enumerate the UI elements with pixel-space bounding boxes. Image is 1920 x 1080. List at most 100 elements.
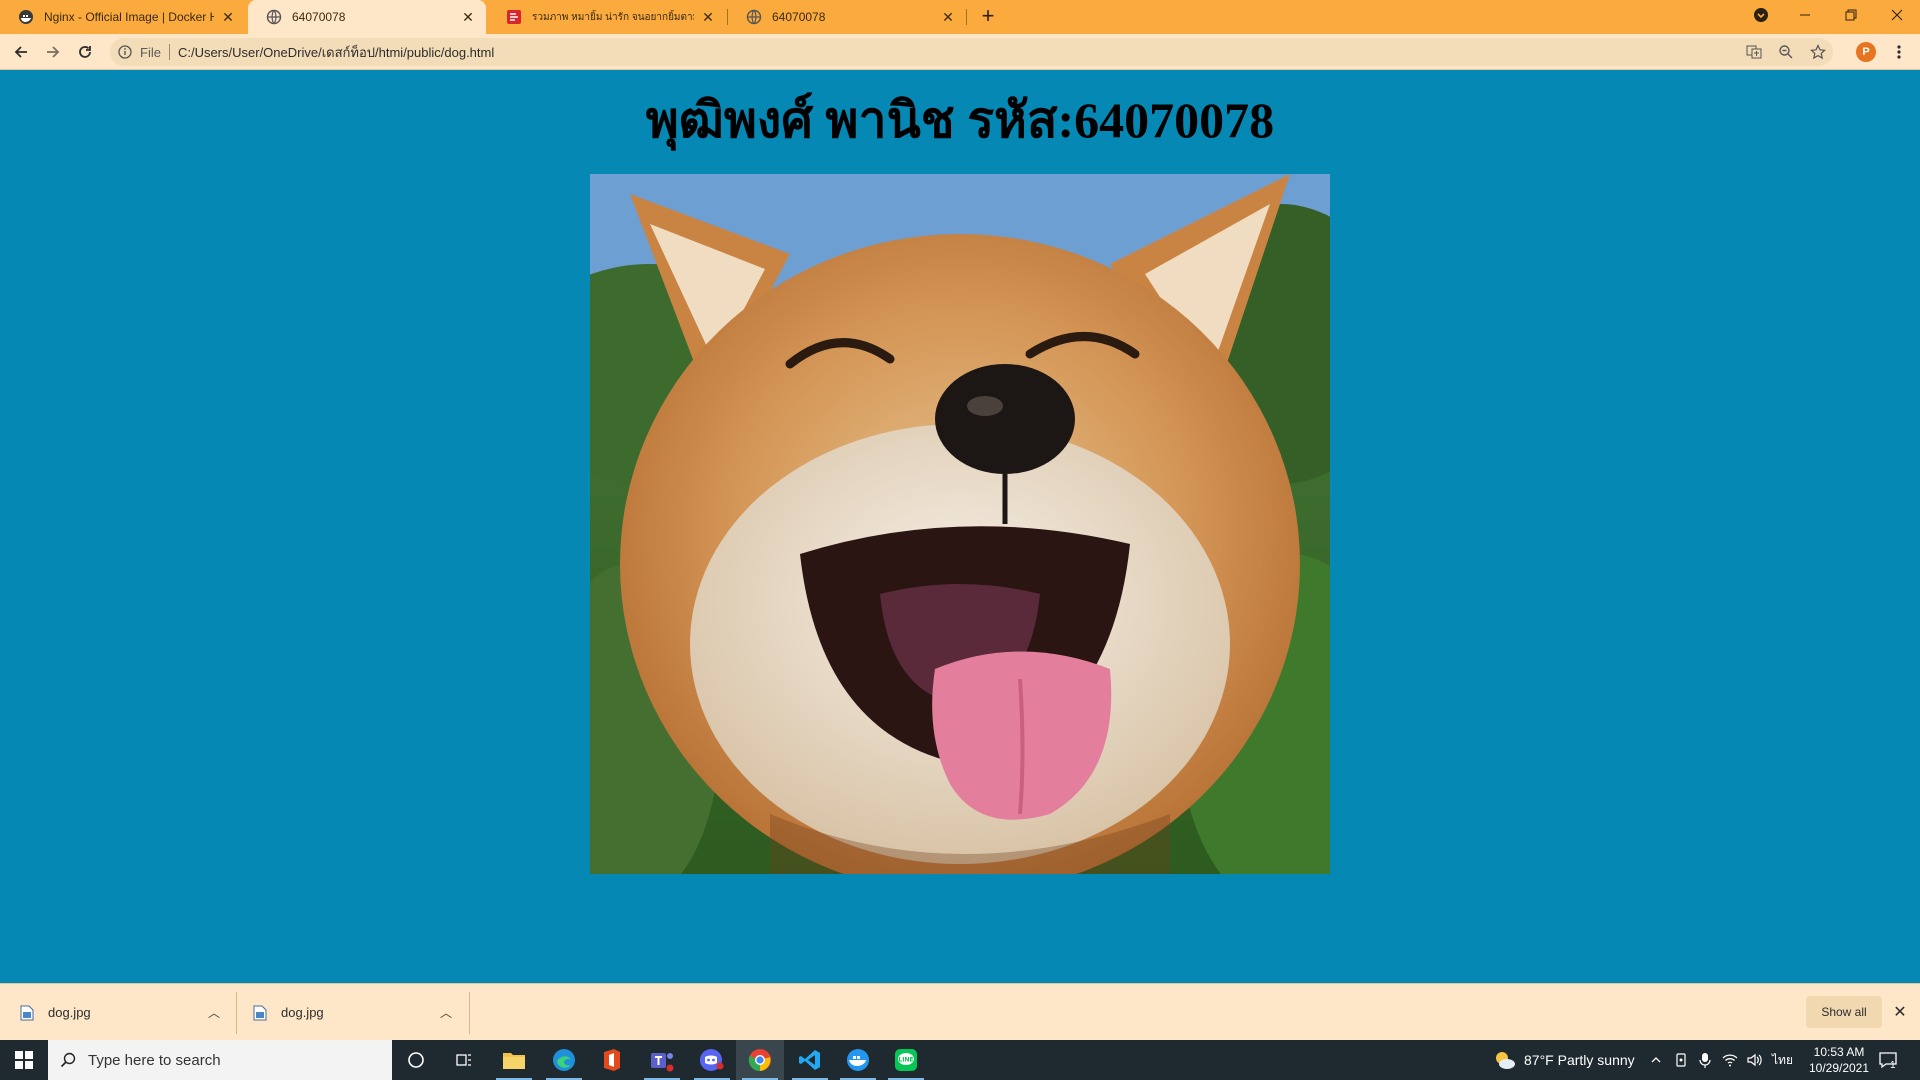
new-tab-button[interactable]: + xyxy=(976,5,1000,29)
back-button[interactable] xyxy=(9,40,33,64)
wifi-icon[interactable] xyxy=(1722,1040,1738,1080)
file-explorer-button[interactable] xyxy=(490,1040,538,1080)
search-icon xyxy=(60,1052,76,1068)
file-image-icon xyxy=(20,1005,34,1020)
download-item[interactable]: dog.jpg ︿ xyxy=(20,984,220,1041)
discord-button[interactable] xyxy=(688,1040,736,1080)
clock-time: 10:53 AM xyxy=(1813,1045,1865,1059)
cortana-button[interactable] xyxy=(392,1040,440,1080)
chevron-up-icon[interactable] xyxy=(1650,1040,1662,1080)
discord-icon xyxy=(700,1049,724,1071)
restore-icon xyxy=(1845,9,1857,21)
line-app-icon: LINE xyxy=(895,1049,917,1071)
cortana-icon xyxy=(408,1052,424,1068)
tab-title: Nginx - Official Image | Docker H xyxy=(44,10,214,24)
docker-desktop-button[interactable] xyxy=(834,1040,882,1080)
download-shelf: dog.jpg ︿ dog.jpg ︿ Show all ✕ xyxy=(0,983,1920,1040)
show-all-button[interactable]: Show all xyxy=(1806,996,1882,1028)
office-button[interactable] xyxy=(588,1040,636,1080)
office-icon xyxy=(604,1049,620,1071)
edge-button[interactable] xyxy=(540,1040,588,1080)
tab-64070078-active[interactable]: 64070078 ✕ xyxy=(248,0,486,34)
download-filename: dog.jpg xyxy=(281,1005,324,1020)
windows-taskbar: Type here to search LINE 87°F Partly sun… xyxy=(0,1040,1920,1080)
page-title: พุฒิพงศ์ พานิช รหัส:64070078 xyxy=(645,92,1275,148)
close-icon[interactable]: ✕ xyxy=(460,9,476,26)
docker-whale-icon xyxy=(847,1049,869,1071)
zoom-icon[interactable] xyxy=(1778,38,1794,66)
close-icon[interactable]: ✕ xyxy=(1890,1002,1910,1022)
search-placeholder: Type here to search xyxy=(88,1051,221,1069)
globe-icon xyxy=(746,9,762,25)
browser-menu-icon[interactable] xyxy=(1888,41,1910,63)
reload-icon xyxy=(79,46,91,58)
chevron-up-icon[interactable]: ︿ xyxy=(440,1004,452,1021)
profile-avatar[interactable]: P xyxy=(1856,42,1876,62)
notification-center-button[interactable]: 1 xyxy=(1878,1040,1897,1080)
start-button[interactable] xyxy=(0,1040,48,1080)
info-icon[interactable] xyxy=(118,45,132,59)
globe-icon xyxy=(266,9,282,25)
weather-widget[interactable]: 87°F Partly sunny xyxy=(1494,1040,1635,1080)
folder-icon xyxy=(503,1053,525,1069)
minimize-button[interactable] xyxy=(1782,0,1828,30)
file-image-icon xyxy=(253,1005,267,1020)
task-view-icon xyxy=(456,1054,471,1066)
chevron-down-icon xyxy=(1754,8,1768,22)
chevron-up-icon[interactable]: ︿ xyxy=(208,1004,220,1021)
close-icon[interactable]: ✕ xyxy=(700,9,716,26)
microphone-icon[interactable] xyxy=(1698,1040,1712,1080)
tab-title: 64070078 xyxy=(292,10,346,24)
tab-strip: Nginx - Official Image | Docker H ✕ 6407… xyxy=(0,0,1920,34)
star-bookmark-icon[interactable] xyxy=(1810,38,1826,66)
restore-button[interactable] xyxy=(1828,0,1874,30)
forward-arrow-icon xyxy=(47,46,60,58)
windows-logo-icon xyxy=(15,1051,33,1069)
reload-button[interactable] xyxy=(73,40,97,64)
scheme-label: File xyxy=(140,44,161,60)
close-icon[interactable]: ✕ xyxy=(940,9,956,26)
address-bar[interactable]: File C:/Users/User/OneDrive/เดสก์ท็อป/ht… xyxy=(110,38,1833,66)
url-text[interactable]: C:/Users/User/OneDrive/เดสก์ท็อป/htmi/pu… xyxy=(178,42,494,63)
svg-text:LINE: LINE xyxy=(898,1057,913,1064)
docker-icon xyxy=(18,9,34,25)
weather-text: 87°F Partly sunny xyxy=(1524,1052,1635,1068)
address-divider xyxy=(168,44,170,60)
browser-toolbar: File C:/Users/User/OneDrive/เดสก์ท็อป/ht… xyxy=(0,34,1920,70)
tab-dog-smile[interactable]: รวมภาพ หมายิ้ม น่ารัก จนอยากยิ้มตาม ✕ xyxy=(488,0,726,34)
close-icon xyxy=(1891,9,1903,21)
download-item[interactable]: dog.jpg ︿ xyxy=(253,984,453,1041)
download-divider xyxy=(236,992,237,1034)
meet-now-icon[interactable] xyxy=(1674,1040,1690,1080)
line-button[interactable]: LINE xyxy=(882,1040,930,1080)
edge-icon xyxy=(553,1049,575,1071)
teams-button[interactable] xyxy=(638,1040,686,1080)
download-divider xyxy=(469,992,470,1034)
dog-photo xyxy=(590,174,1330,874)
tab-title: 64070078 xyxy=(772,10,826,24)
site-red-icon xyxy=(506,9,522,25)
system-clock[interactable]: 10:53 AM 10/29/2021 xyxy=(1798,1044,1880,1076)
volume-icon[interactable] xyxy=(1746,1040,1762,1080)
tab-64070078[interactable]: 64070078 ✕ xyxy=(728,0,966,34)
tab-search-button[interactable] xyxy=(1738,0,1784,30)
taskbar-search-box[interactable]: Type here to search xyxy=(48,1040,392,1080)
download-filename: dog.jpg xyxy=(48,1005,91,1020)
task-view-button[interactable] xyxy=(440,1040,488,1080)
tab-nginx[interactable]: Nginx - Official Image | Docker H ✕ xyxy=(0,0,246,34)
back-arrow-icon xyxy=(14,46,27,58)
close-window-button[interactable] xyxy=(1874,0,1920,30)
translate-icon[interactable] xyxy=(1746,38,1762,66)
tab-title: รวมภาพ หมายิ้ม น่ารัก จนอยากยิ้มตาม xyxy=(532,11,694,23)
close-icon[interactable]: ✕ xyxy=(220,9,236,26)
vscode-button[interactable] xyxy=(786,1040,834,1080)
chrome-button[interactable] xyxy=(736,1040,784,1080)
notification-count: 1 xyxy=(1890,1059,1896,1071)
teams-icon xyxy=(651,1053,674,1072)
page-viewport: พุฒิพงศ์ พานิช รหัส:64070078 xyxy=(0,71,1920,983)
forward-button[interactable] xyxy=(41,40,65,64)
chrome-icon xyxy=(748,1049,771,1072)
clock-date: 10/29/2021 xyxy=(1808,1061,1870,1075)
input-language-indicator[interactable]: ไทย xyxy=(1772,1040,1793,1080)
minimize-icon xyxy=(1800,14,1810,16)
